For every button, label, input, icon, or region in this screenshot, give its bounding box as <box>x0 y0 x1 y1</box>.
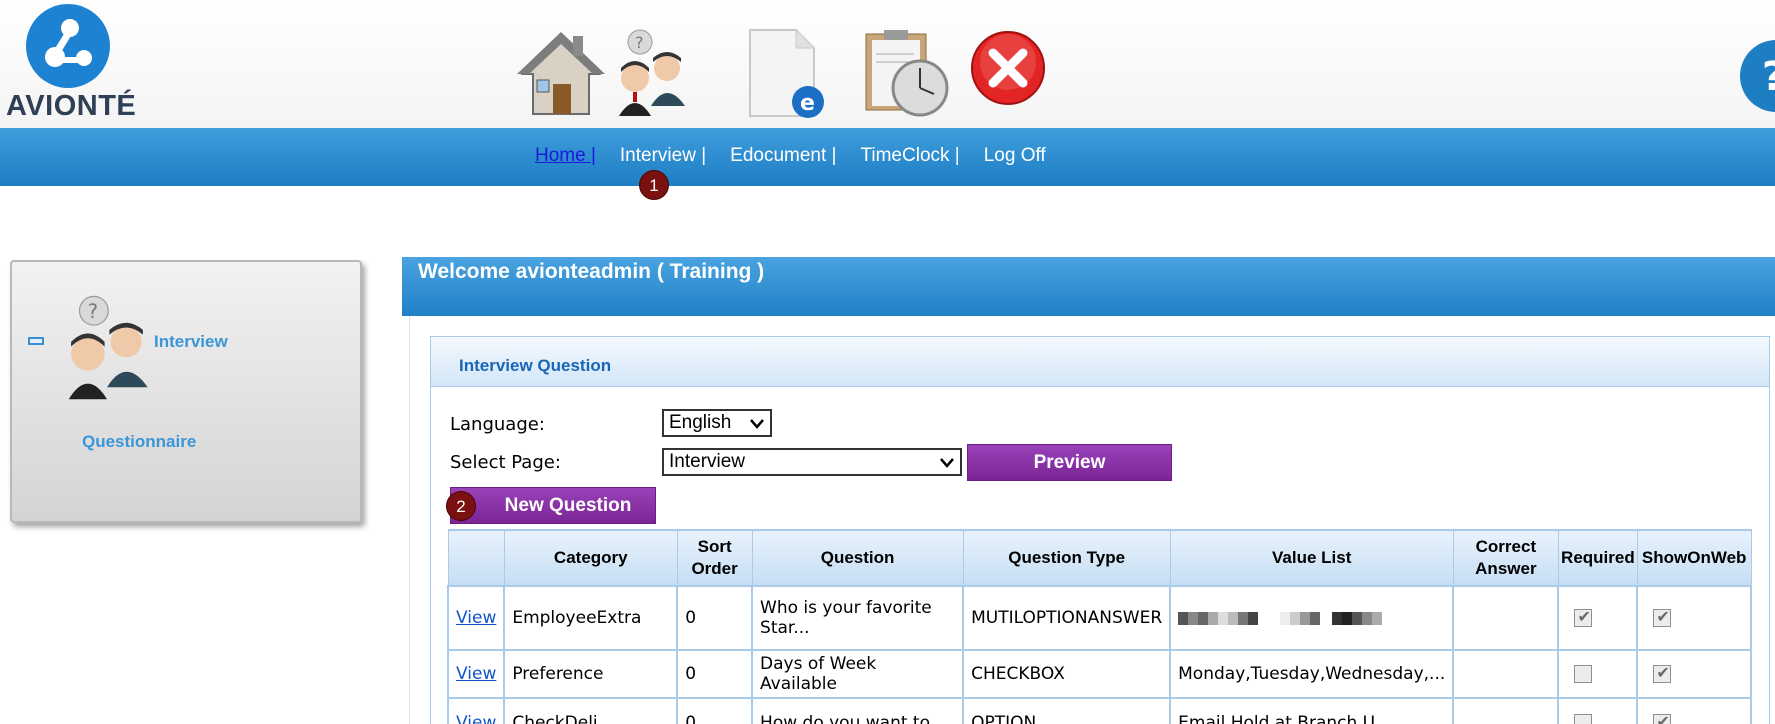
required-cell <box>1557 649 1639 699</box>
step-marker-2: 2 <box>446 491 476 521</box>
column-header[interactable]: Question Type <box>962 529 1171 587</box>
panel-title: Interview Question <box>459 356 612 375</box>
language-select[interactable]: English <box>662 409 772 437</box>
timeclock-icon[interactable] <box>860 28 952 120</box>
nav-edocument-link[interactable]: Edocument | <box>730 145 836 167</box>
column-header[interactable]: ShowOnWeb <box>1636 529 1752 587</box>
content-divider <box>409 316 410 724</box>
svg-text:?: ? <box>88 300 98 323</box>
panel-header: Interview Question <box>431 337 1769 387</box>
value-list-cell: Monday,Tuesday,Wednesday,... <box>1169 649 1455 699</box>
view-link[interactable]: View <box>456 608 496 628</box>
logo-mark-icon <box>26 4 110 88</box>
nav-logoff-link[interactable]: Log Off <box>984 145 1046 167</box>
question-type-cell: OPTION <box>962 697 1172 724</box>
page-select[interactable]: Interview <box>662 448 962 476</box>
svg-text:?: ? <box>1762 54 1775 100</box>
question-cell: Days of Week Available <box>751 649 965 699</box>
correct-answer-cell <box>1452 649 1560 699</box>
collapse-toggle[interactable] <box>28 337 44 345</box>
edocument-icon[interactable]: e <box>740 28 832 120</box>
sort-order-cell: 0 <box>676 585 754 651</box>
interview-people-icon: ? <box>52 294 162 404</box>
category-cell: CheckDeli... <box>503 697 679 724</box>
required-checkbox[interactable] <box>1574 714 1593 724</box>
column-header <box>447 529 505 587</box>
table-row: View CheckDeli... 0 How do you want to O… <box>446 697 1752 724</box>
svg-text:?: ? <box>635 33 644 52</box>
required-cell <box>1557 585 1639 651</box>
view-cell: View <box>446 585 506 651</box>
select-page-label: Select Page: <box>450 452 561 473</box>
svg-text:e: e <box>800 91 815 116</box>
preview-button[interactable]: Preview <box>967 444 1172 481</box>
category-cell: Preference <box>503 649 679 699</box>
nav-home-link[interactable]: Home | <box>535 145 596 167</box>
table-row: View EmployeeExtra 0 Who is your favorit… <box>446 585 1752 651</box>
view-cell: View <box>446 649 506 699</box>
nav-timeclock-link[interactable]: TimeClock | <box>860 145 959 167</box>
welcome-text: Welcome avionteadmin ( Training ) <box>418 260 765 283</box>
show-on-web-checkbox[interactable] <box>1653 607 1672 627</box>
show-on-web-checkbox[interactable] <box>1653 663 1672 683</box>
category-cell: EmployeeExtra <box>503 585 679 651</box>
show-on-web-cell <box>1636 585 1752 651</box>
view-link[interactable]: View <box>456 664 496 684</box>
nav-links: Home | Interview | Edocument | TimeClock… <box>535 145 1070 167</box>
question-type-cell: CHECKBOX <box>962 649 1172 699</box>
avionte-logo[interactable]: AVIONTÉ <box>2 2 138 122</box>
app-window: AVIONTÉ ? e Home | Interview | Edocument… <box>0 0 1775 724</box>
step-marker-1: 1 <box>639 170 669 200</box>
column-header[interactable]: Value List <box>1169 529 1454 587</box>
chevron-down-icon <box>750 419 764 429</box>
language-label: Language: <box>450 414 545 435</box>
correct-answer-cell <box>1452 585 1560 651</box>
table-row: View Preference 0 Days of Week Available… <box>446 649 1752 699</box>
question-cell: How do you want to <box>751 697 965 724</box>
header: AVIONTÉ ? e <box>0 0 1775 128</box>
column-header[interactable]: Question <box>751 529 964 587</box>
show-on-web-cell <box>1636 649 1752 699</box>
nav-interview-link[interactable]: Interview | <box>620 145 706 167</box>
sidebar-panel: ? Interview Questionnaire <box>10 260 362 523</box>
correct-answer-cell <box>1452 697 1560 724</box>
view-link[interactable]: View <box>456 713 496 724</box>
required-cell <box>1557 697 1639 724</box>
value-list-cell: Email,Hold at Branch,U... <box>1169 697 1455 724</box>
brand-name: AVIONTÉ <box>6 90 137 122</box>
welcome-bar: Welcome avionteadmin ( Training ) <box>402 257 1775 316</box>
language-value: English <box>669 412 732 433</box>
help-icon[interactable]: ? <box>1738 38 1775 114</box>
question-type-cell: MUTILOPTIONANSWER <box>962 585 1172 651</box>
logoff-icon[interactable] <box>968 28 1060 120</box>
view-cell: View <box>446 697 506 724</box>
chevron-down-icon <box>940 458 954 468</box>
sidebar-interview-link[interactable]: Interview <box>154 332 228 352</box>
required-checkbox[interactable] <box>1574 607 1593 627</box>
page-value: Interview <box>669 451 746 472</box>
column-header[interactable]: Category <box>503 529 678 587</box>
show-on-web-checkbox[interactable] <box>1653 712 1672 724</box>
new-question-button[interactable]: New Question <box>450 487 656 524</box>
home-icon[interactable] <box>515 28 607 120</box>
table-header-row: Category Sort Order Question Question Ty… <box>447 529 1752 587</box>
sidebar-questionnaire-link[interactable]: Questionnaire <box>82 432 196 452</box>
redacted-values <box>1178 611 1445 625</box>
column-header[interactable]: Correct Answer <box>1452 529 1559 587</box>
column-header[interactable]: Sort Order <box>676 529 753 587</box>
required-checkbox[interactable] <box>1574 665 1593 683</box>
sort-order-cell: 0 <box>676 649 754 699</box>
interview-people-icon[interactable]: ? <box>605 28 697 120</box>
show-on-web-cell <box>1636 697 1752 724</box>
value-list-cell <box>1169 585 1455 651</box>
question-cell: Who is your favorite Star... <box>751 585 965 651</box>
column-header[interactable]: Required <box>1557 529 1638 587</box>
questions-table: Category Sort Order Question Question Ty… <box>446 529 1752 724</box>
sort-order-cell: 0 <box>676 697 754 724</box>
nav-bar: Home | Interview | Edocument | TimeClock… <box>0 128 1775 186</box>
